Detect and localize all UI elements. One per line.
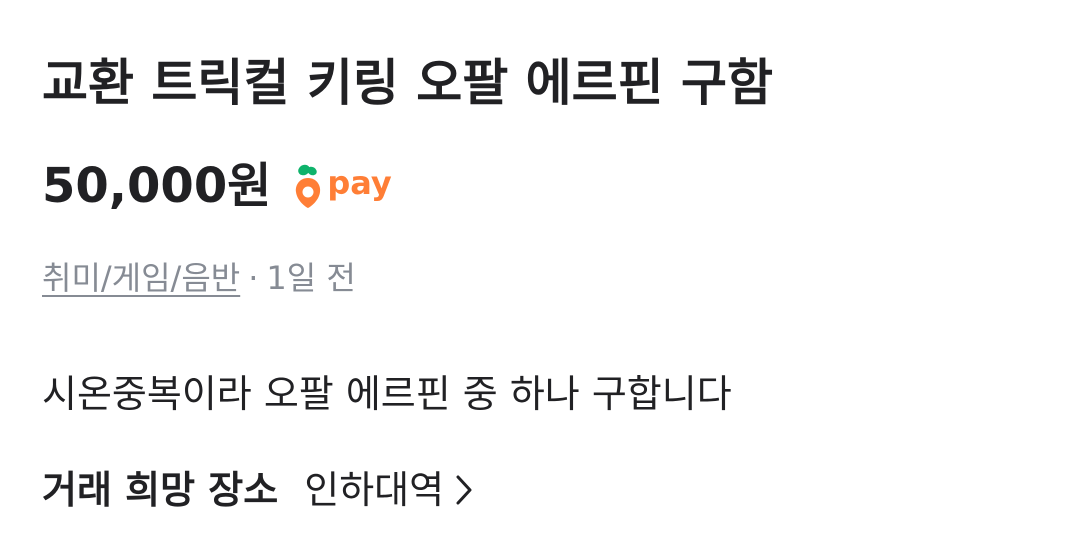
price-row: 50,000원 pay [42, 156, 392, 216]
item-price: 50,000원 [42, 158, 272, 214]
pay-label: pay [327, 164, 392, 202]
trade-place-value[interactable]: 인하대역 [304, 462, 444, 518]
posted-time: 1일 전 [266, 259, 356, 297]
category-link[interactable]: 취미/게임/음반 [42, 259, 240, 297]
trade-place-row[interactable]: 거래 희망 장소 인하대역 [42, 462, 474, 518]
trade-place-label: 거래 희망 장소 [42, 468, 279, 512]
item-description: 시온중복이라 오팔 에르핀 중 하나 구합니다 [42, 372, 732, 416]
item-meta: 취미/게임/음반 · 1일 전 [42, 256, 356, 300]
meta-separator: · [248, 259, 259, 297]
carrot-icon [296, 164, 321, 208]
item-title: 교환 트릭컬 키링 오팔 에르핀 구함 [42, 54, 774, 112]
chevron-right-icon[interactable] [454, 473, 474, 507]
pay-badge: pay [293, 164, 392, 210]
